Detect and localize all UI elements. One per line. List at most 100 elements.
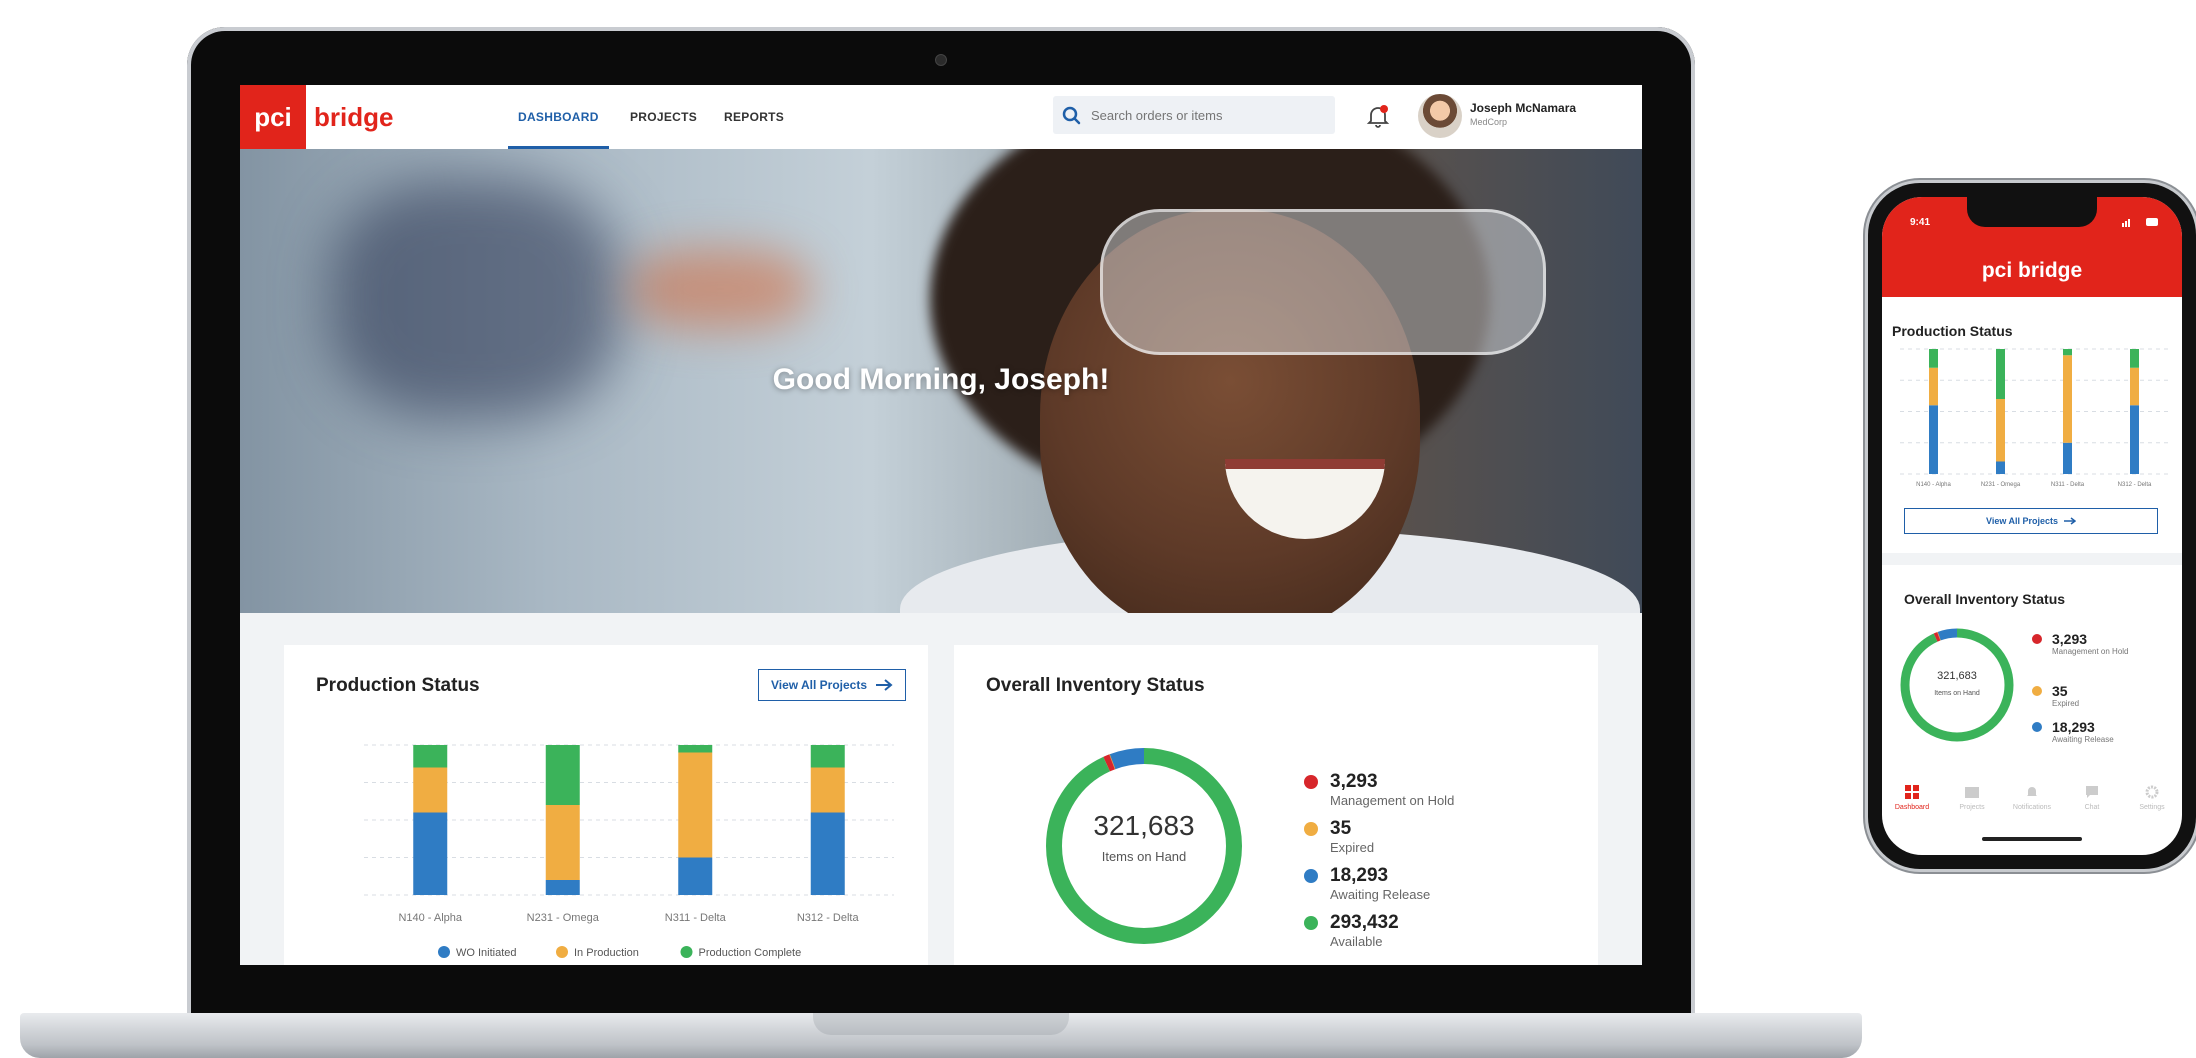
tab-dashboard[interactable]: DASHBOARD: [508, 85, 609, 149]
phone-inventory-item: 3,293 Management on Hold: [2032, 631, 2172, 657]
bar-segment[interactable]: [413, 767, 448, 813]
avatar[interactable]: [1418, 94, 1462, 138]
phone-tab-projects[interactable]: Projects: [1942, 769, 2002, 825]
arrow-right-icon: [2064, 517, 2077, 525]
phone-inventory-item-label: Awaiting Release: [2052, 735, 2114, 744]
user-name[interactable]: Joseph McNamara: [1470, 101, 1576, 115]
bar-segment[interactable]: [413, 745, 448, 768]
x-tick-label: N140 - Alpha: [1916, 482, 1951, 488]
search-input[interactable]: [1089, 106, 1333, 124]
inventory-item: 3,293 Management on Hold: [1304, 771, 1454, 808]
bar-segment[interactable]: [1996, 461, 2005, 475]
x-tick-label: N231 - Omega: [527, 912, 600, 924]
phone-inventory-item-label: Expired: [2052, 699, 2080, 708]
phone-view-all-projects-button[interactable]: View All Projects: [1904, 508, 2158, 534]
bar-segment[interactable]: [810, 745, 845, 768]
phone-inventory-total: 321,683: [1937, 670, 1977, 682]
notification-bell-icon[interactable]: [1365, 103, 1391, 129]
donut-slice[interactable]: [1900, 628, 2014, 742]
inventory-donut-chart: 321,683 Items on Hand: [1046, 748, 1242, 944]
bar-segment[interactable]: [2130, 367, 2139, 406]
chat-icon: [2086, 785, 2098, 798]
phone-tab-label: Notifications: [2012, 803, 2052, 811]
inventory-item: 18,293 Awaiting Release: [1304, 865, 1430, 902]
bar-segment[interactable]: [545, 880, 580, 895]
search-icon: [1062, 106, 1081, 125]
phone-brand-logo: pci bridge: [1882, 259, 2182, 283]
hero-photo-goggles: [1100, 209, 1546, 355]
status-bar-icons: [2122, 218, 2158, 227]
donut-slice[interactable]: [1046, 748, 1242, 944]
phone-inventory-item-value: 35: [2052, 683, 2068, 699]
inventory-total-label: Items on Hand: [1102, 849, 1187, 864]
inventory-item-label: Management on Hold: [1330, 793, 1455, 808]
tab-reports[interactable]: REPORTS: [724, 85, 784, 149]
phone-tab-bar: Dashboard Projects Notifications Chat Se…: [1882, 769, 2182, 825]
phone-frame: 9:41 pci bridge Production Status N140 -…: [1868, 183, 2196, 869]
bar-segment[interactable]: [1929, 349, 1938, 368]
bar-segment[interactable]: [545, 805, 580, 880]
bar-segment[interactable]: [1929, 367, 1938, 406]
laptop-hinge-notch: [813, 1013, 1069, 1035]
gear-icon: [2145, 785, 2159, 798]
legend-dot: [1304, 869, 1318, 883]
x-tick-label: N140 - Alpha: [398, 912, 462, 924]
bar-segment[interactable]: [2063, 349, 2072, 356]
brand-logo[interactable]: pci bridge: [240, 85, 393, 149]
legend-marker: [556, 946, 568, 958]
phone-tab-notifications[interactable]: Notifications: [2002, 769, 2062, 825]
inventory-item: 35 Expired: [1304, 818, 1374, 855]
phone-tab-label: Settings: [2139, 803, 2165, 811]
bar-segment[interactable]: [2130, 349, 2139, 368]
phone-inventory-title: Overall Inventory Status: [1904, 591, 2066, 607]
bar-segment[interactable]: [2063, 442, 2072, 474]
phone-inventory-item: 18,293 Awaiting Release: [2032, 719, 2114, 745]
phone-tab-chat[interactable]: Chat: [2062, 769, 2122, 825]
phone-production-title: Production Status: [1892, 323, 2013, 339]
phone-tab-label: Chat: [2084, 803, 2100, 811]
inventory-item-value: 35: [1330, 818, 1352, 839]
bar-segment[interactable]: [1996, 349, 2005, 399]
legend-label: WO Initiated: [456, 947, 517, 959]
phone-tab-dashboard[interactable]: Dashboard: [1882, 769, 1942, 825]
phone-production-bar-chart: N140 - Alpha N231 - Omega N311 - Delta N312…: [1900, 348, 2168, 488]
phone-inventory-item-value: 18,293: [2052, 719, 2095, 735]
bar-segment[interactable]: [678, 857, 713, 896]
bar-segment[interactable]: [2063, 355, 2072, 443]
legend-marker: [438, 946, 450, 958]
logo-bridge: bridge: [314, 101, 394, 132]
x-tick-label: N312 - Delta: [2118, 482, 2152, 488]
logo-pci: pci: [240, 85, 306, 149]
inventory-item: 293,432 Available: [1304, 912, 1399, 949]
legend-dot: [1304, 916, 1318, 930]
bar-segment[interactable]: [413, 812, 448, 896]
greeting-heading: Good Morning, Joseph!: [772, 363, 1110, 396]
inventory-item-label: Available: [1330, 934, 1383, 949]
bar-segment[interactable]: [1996, 399, 2005, 462]
bar-segment[interactable]: [2130, 405, 2139, 474]
bar-segment[interactable]: [678, 752, 713, 858]
phone-inventory-item: 35 Expired: [2032, 683, 2079, 709]
inventory-item-value: 3,293: [1330, 771, 1378, 792]
bar-segment[interactable]: [545, 745, 580, 805]
top-navigation: pci bridge DASHBOARD PROJECTS REPORTS Jo…: [240, 85, 1642, 149]
legend-dot: [1304, 775, 1318, 789]
tab-projects[interactable]: PROJECTS: [630, 85, 697, 149]
user-org: MedCorp: [1470, 117, 1508, 127]
bar-segment[interactable]: [678, 745, 713, 753]
phone-notch: [1967, 197, 2097, 227]
inventory-total: 321,683: [1093, 810, 1194, 841]
phone-inventory-item-value: 3,293: [2052, 631, 2088, 647]
bar-segment[interactable]: [810, 812, 845, 896]
phone-logo-pci: pci: [1981, 259, 2013, 282]
bar-segment[interactable]: [810, 767, 845, 813]
search-box[interactable]: [1053, 96, 1335, 134]
phone-tab-settings[interactable]: Settings: [2122, 769, 2182, 825]
inventory-item-label: Awaiting Release: [1330, 887, 1431, 902]
bar-segment[interactable]: [1929, 405, 1938, 474]
x-tick-label: N311 - Delta: [665, 912, 727, 924]
phone-screen: 9:41 pci bridge Production Status N140 -…: [1882, 197, 2182, 855]
x-tick-label: N231 - Omega: [1981, 482, 2021, 488]
phone-view-all-projects-label: View All Projects: [1985, 516, 2059, 526]
inventory-item-value: 18,293: [1330, 865, 1389, 886]
